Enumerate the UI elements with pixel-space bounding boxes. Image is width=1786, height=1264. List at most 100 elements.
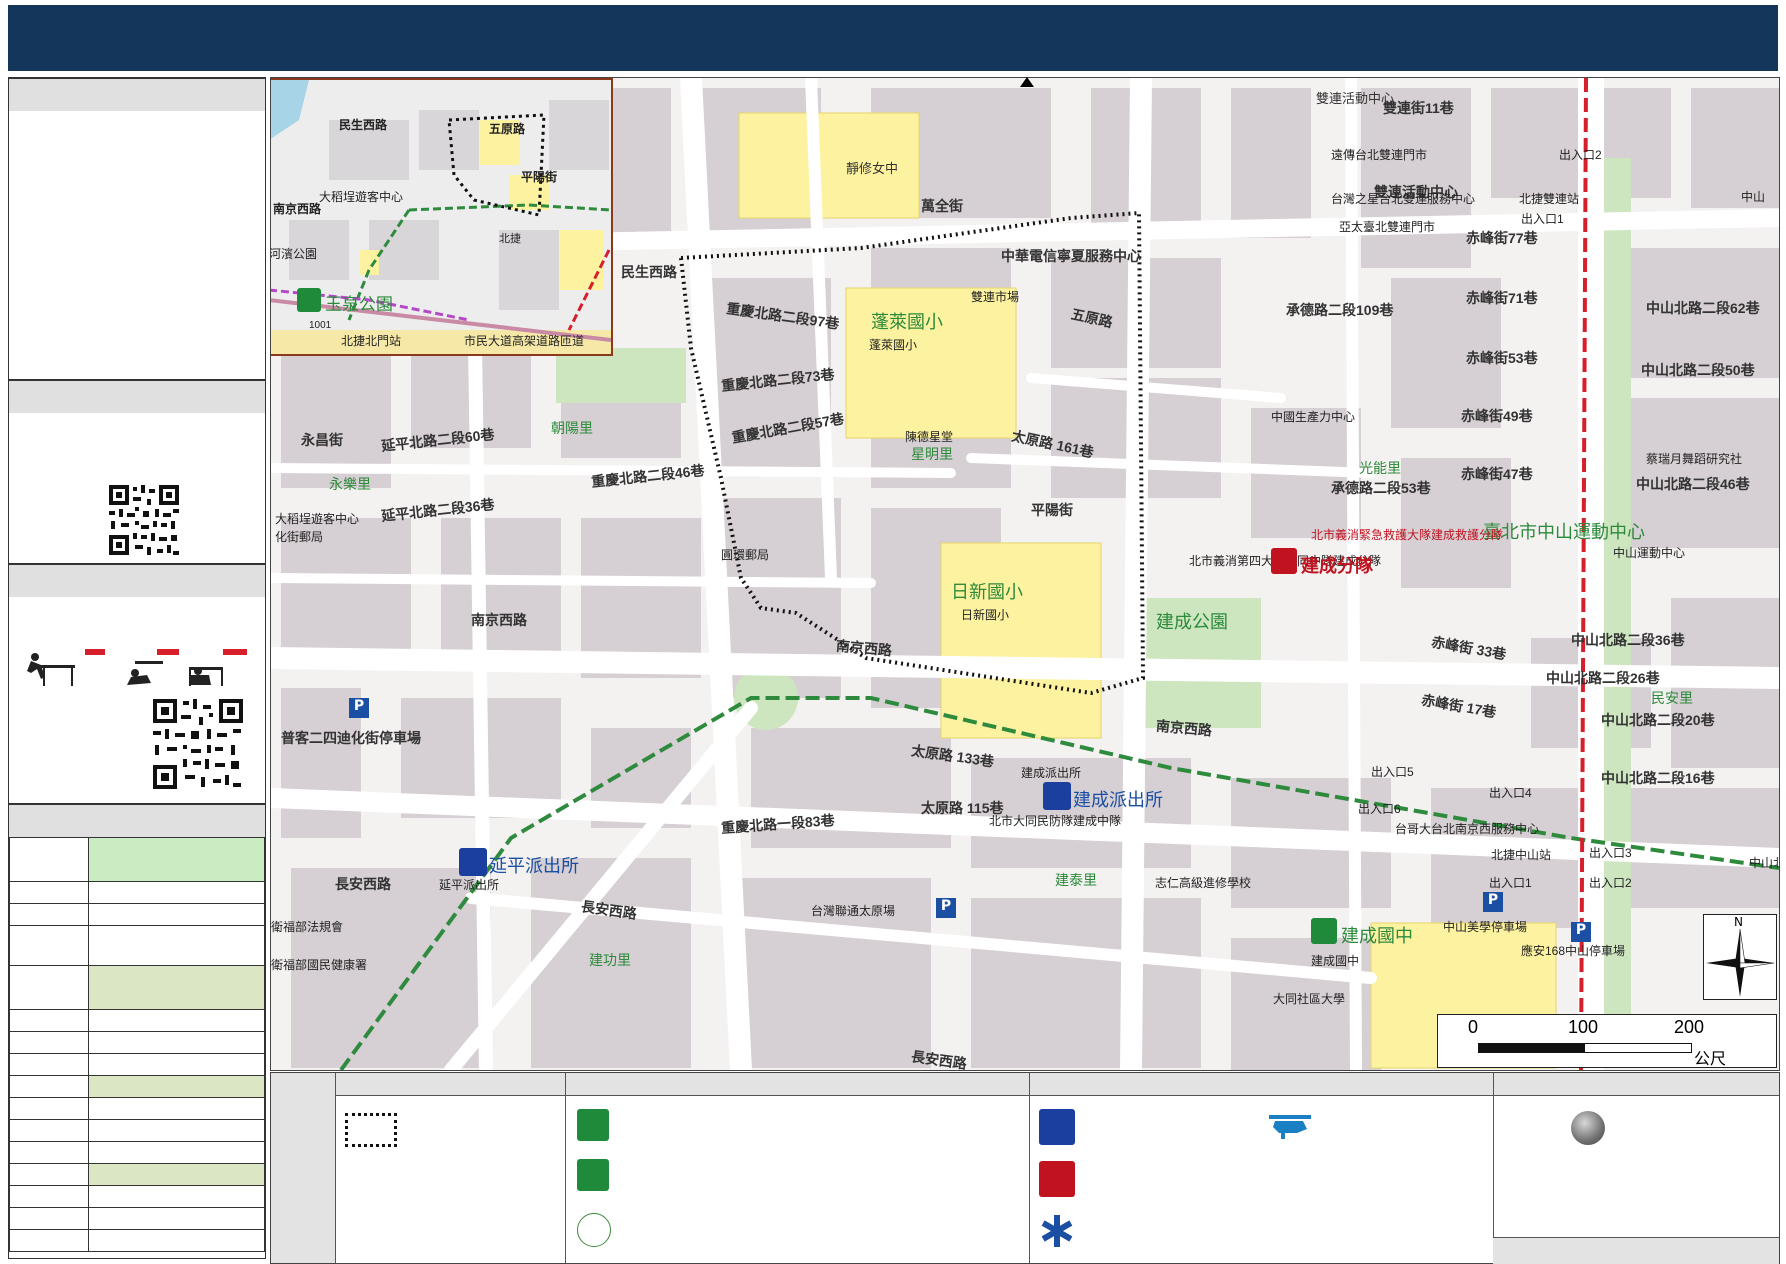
- map-label: 中山北路二段50巷: [1641, 362, 1755, 378]
- map-label: 衛福部法規會: [271, 920, 344, 934]
- map-label: 出入口4: [1489, 786, 1532, 800]
- sidebar-section-header: [9, 564, 265, 598]
- info-table: [9, 837, 265, 1252]
- map-label: 臺北市中山運動中心: [1483, 522, 1645, 542]
- map-label: 北市大同民防隊建成中隊: [989, 814, 1122, 828]
- map-label: 化街郵局: [275, 530, 324, 544]
- map-label: 遠傳台北雙連門市: [1331, 148, 1428, 162]
- map-label: 台灣之星台北雙連服務中心: [1331, 192, 1476, 206]
- map-label: 延平派出所: [489, 856, 579, 876]
- map-label: 星明里: [911, 446, 953, 462]
- inset-label: 南京西路: [273, 202, 322, 216]
- map-label: 雙連市場: [971, 290, 1020, 304]
- map-label: 陳德星堂: [905, 430, 954, 444]
- qr-code-icon[interactable]: [151, 697, 245, 791]
- map-label: 建成派出所: [1021, 766, 1082, 780]
- map-label: 日新國小: [951, 582, 1023, 602]
- map-label: 中山運動中心: [1613, 546, 1686, 560]
- map-label: 萬全街: [921, 198, 963, 214]
- map-label: 永昌街: [301, 432, 343, 448]
- map-label: 大同社區大學: [1273, 992, 1346, 1006]
- legend: [270, 1072, 1780, 1264]
- map-label: 日新國小: [961, 608, 1010, 622]
- map-label: 中國生產力中心: [1271, 410, 1356, 424]
- map-label: 台灣聯通太原場: [811, 904, 896, 918]
- map-label: 永樂里: [329, 476, 371, 492]
- map-label: 出入口6: [1358, 802, 1401, 816]
- legend-title-cell: [271, 1073, 336, 1263]
- inset-label: 北捷北門站: [341, 334, 402, 348]
- inset-label: 市民大道高架道路匝道: [464, 334, 585, 348]
- sidebar-section-earthquake: [9, 597, 265, 804]
- map-label: 靜修女中: [846, 161, 899, 176]
- map-label: 赤峰街49巷: [1461, 408, 1533, 424]
- qr-code-icon[interactable]: [107, 483, 181, 557]
- map-label: 中山北路二段16巷: [1601, 770, 1715, 786]
- map-label: 圓環郵局: [721, 548, 770, 562]
- sidebar: [8, 77, 266, 1259]
- reserve-shelter-icon: [577, 1213, 611, 1247]
- drop-cover-hold-icon: [27, 649, 247, 686]
- map-label: 民生西路: [621, 264, 677, 280]
- map-label: 衛福部國民健康署: [271, 958, 368, 972]
- map-label: 延平派出所: [439, 878, 500, 892]
- parking-icon: P: [936, 898, 956, 918]
- inset-label: 河濱公園: [270, 247, 318, 261]
- map-label: 中山北路二段62巷: [1646, 300, 1760, 316]
- evacuation-icon: [297, 288, 321, 312]
- map-label: 建成公園: [1156, 612, 1228, 632]
- map-label: 北捷中山站: [1491, 848, 1552, 862]
- sidebar-section-qrcode: [9, 413, 265, 564]
- boundary-icon: [345, 1113, 397, 1147]
- map-label: 建成國中: [1341, 926, 1413, 946]
- map-label: 台哥大台北南京西服務中心: [1395, 822, 1540, 836]
- map-label: 雙連街11巷: [1383, 100, 1454, 116]
- police-icon: [1039, 1109, 1075, 1145]
- map-label: 赤峰街47巷: [1461, 466, 1533, 482]
- map-label: 中山美學停車場: [1443, 920, 1528, 934]
- map-label: 志仁高級進修學校: [1155, 876, 1252, 890]
- map-label: 平陽街: [1031, 502, 1073, 518]
- fire-station-icon: [1271, 548, 1297, 574]
- map-label: 應安168中山停車場: [1521, 944, 1626, 958]
- map-label: 中山北: [1749, 856, 1779, 870]
- map-canvas[interactable]: 民生西路 南京西路 五原路 平陽街 大稻埕遊客中心 北捷 1001 北捷北門站 …: [270, 77, 1780, 1071]
- fire-station-icon: [1039, 1161, 1075, 1197]
- map-label: 建成分隊: [1301, 556, 1373, 576]
- map-label: 亞太臺北雙連門市: [1339, 220, 1436, 234]
- map-label: 北市義消緊急救護大隊建成救護分隊: [1311, 528, 1504, 542]
- map-label: 蓬萊國小: [869, 338, 918, 352]
- map-label: 中山: [1741, 190, 1766, 204]
- map-label: 中山北路二段20巷: [1601, 712, 1715, 728]
- map-label: 長安西路: [335, 876, 391, 892]
- sidebar-section-description: [9, 111, 265, 380]
- parking-icon: P: [349, 698, 369, 718]
- helipad-icon: [1267, 1111, 1313, 1141]
- map-label: 中山北路二段46巷: [1636, 476, 1750, 492]
- legend-footer: [1493, 1237, 1779, 1264]
- inset-map: 民生西路 南京西路 五原路 平陽街 大稻埕遊客中心 北捷 1001 北捷北門站 …: [270, 78, 613, 356]
- map-label: 建功里: [589, 952, 631, 968]
- police-icon: [1043, 782, 1071, 810]
- scale-tick: 100: [1568, 1017, 1599, 1037]
- gathering-point-icon: [1571, 1111, 1605, 1145]
- map-label: 光能里: [1359, 460, 1401, 476]
- map-label: 朝陽里: [551, 420, 593, 436]
- scale-bar: 0 100 200 公尺: [1437, 1014, 1777, 1068]
- map-label: 蔡瑞月舞蹈研究社: [1646, 452, 1743, 466]
- map-label: 普客二四迪化街停車場: [281, 730, 421, 746]
- shelter-icon: [1311, 918, 1337, 944]
- sidebar-section-header: [9, 804, 265, 838]
- north-arrow: N: [1703, 914, 1777, 1000]
- up-arrow-icon: [1020, 77, 1034, 87]
- map-label: 出入口3: [1589, 846, 1632, 860]
- map-label: 民安里: [1651, 690, 1693, 706]
- map-label: 中華電信寧夏服務中心: [1001, 248, 1141, 264]
- inset-label: 民生西路: [339, 118, 388, 132]
- inset-label: 五原路: [489, 122, 526, 136]
- header-bar: [8, 5, 1778, 71]
- sidebar-section-header: [9, 380, 265, 414]
- evacuation-icon: [577, 1159, 609, 1191]
- map-label: 赤峰街53巷: [1466, 350, 1538, 366]
- shelter-icon: [577, 1109, 609, 1141]
